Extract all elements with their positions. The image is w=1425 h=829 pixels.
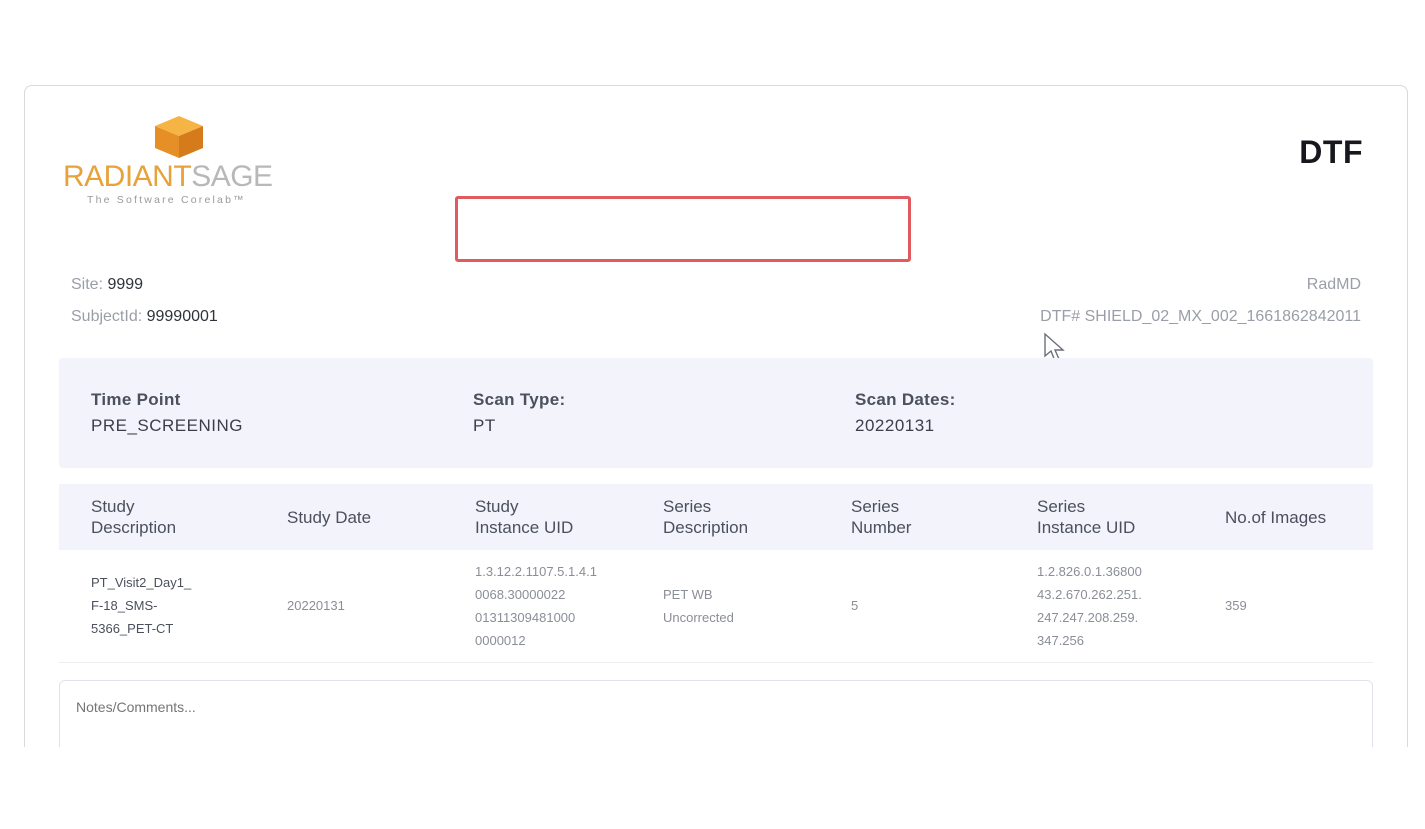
highlight-box — [455, 196, 911, 262]
cell-series-instance-uid: 1.2.826.0.1.36800 43.2.670.262.251. 247.… — [1037, 563, 1142, 648]
col-series-instance-uid: Series Instance UID — [1037, 497, 1136, 537]
col-series-description: Series Description — [663, 497, 749, 537]
col-no-of-images: No.of Images — [1225, 507, 1327, 527]
col-series-number: Series Number — [851, 497, 912, 537]
cell-study-date: 20220131 — [287, 598, 345, 614]
dtf-card: RADIANTSAGE The Software Corelab™ DTF Si… — [24, 85, 1408, 747]
logo-wordmark: RADIANTSAGE — [63, 160, 273, 193]
table-header-row: Study Description Study Date Study Instanc… — [59, 484, 1373, 550]
site-info: Site: 9999 — [71, 276, 144, 293]
scan-type-value: PT — [473, 416, 496, 435]
cell-no-of-images: 359 — [1225, 598, 1247, 614]
col-study-date: Study Date — [287, 507, 372, 527]
radiantsage-logo: RADIANTSAGE The Software Corelab™ — [63, 114, 333, 206]
time-point-field: Time Point PRE_SCREENING — [91, 390, 243, 435]
scan-type-field: Scan Type: PT — [473, 390, 566, 435]
cube-icon — [155, 116, 203, 158]
site-value: 9999 — [107, 276, 144, 293]
timepoint-panel: Time Point PRE_SCREENING Scan Type: PT S… — [59, 358, 1373, 468]
col-study-instance-uid: Study Instance UID — [475, 497, 574, 537]
logo-tagline: The Software Corelab™ — [87, 194, 246, 206]
study-table: Study Description Study Date Study Instanc… — [59, 484, 1373, 663]
cell-study-description: PT_Visit2_Day1_ F-18_SMS- 5366_PET-CT — [91, 575, 192, 637]
cell-series-number: 5 — [851, 598, 859, 614]
cell-series-description: PET WB Uncorrected — [663, 586, 734, 625]
subject-value: 99990001 — [146, 308, 218, 325]
cell-study-instance-uid: 1.3.12.2.1107.5.1.4.1 0068.30000022 0131… — [475, 563, 597, 648]
table-row: PT_Visit2_Day1_ F-18_SMS- 5366_PET-CT 20… — [59, 550, 1373, 662]
subject-info: SubjectId: 99990001 — [71, 308, 218, 325]
scan-dates-field: Scan Dates: 20220131 — [855, 390, 956, 435]
scan-dates-value: 20220131 — [855, 416, 935, 435]
dtf-number: DTF# SHIELD_02_MX_002_1661862842011 — [1040, 308, 1361, 325]
page-title: DTF — [1299, 134, 1363, 170]
time-point-value: PRE_SCREENING — [91, 416, 243, 435]
col-study-description: Study Description — [91, 497, 177, 537]
provider-label: RadMD — [1306, 276, 1361, 293]
notes-textarea[interactable] — [59, 680, 1373, 747]
